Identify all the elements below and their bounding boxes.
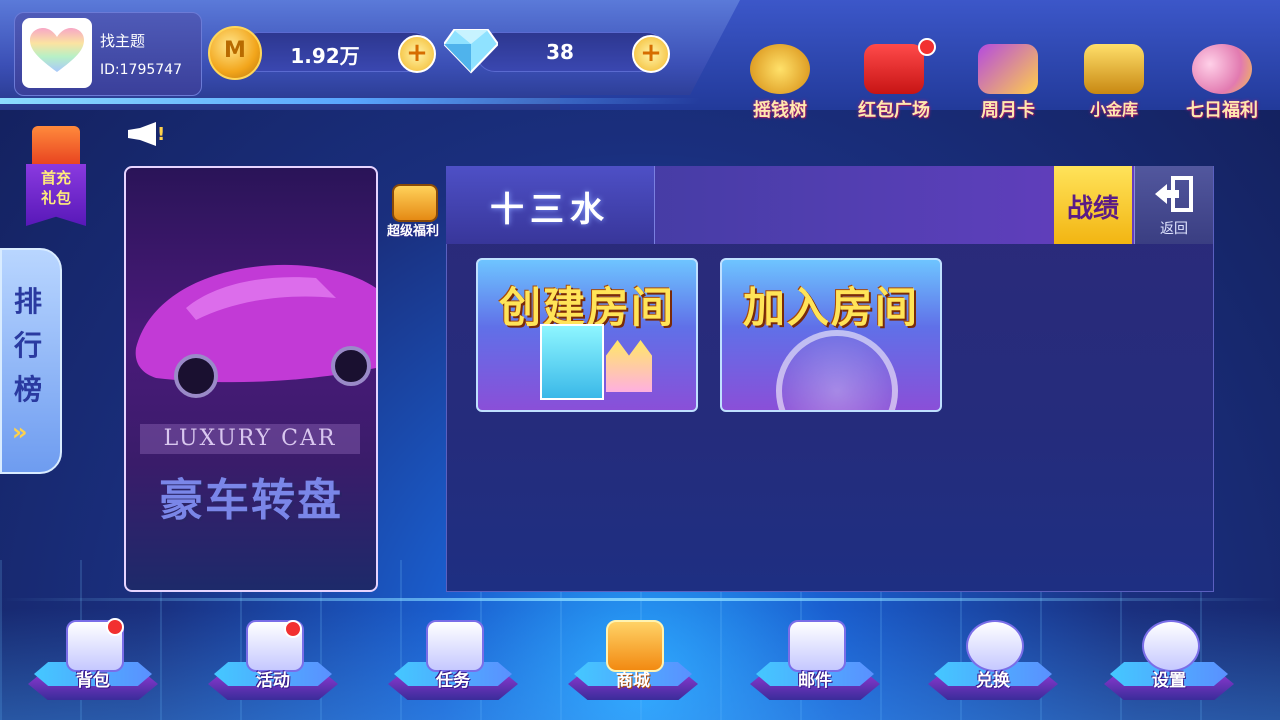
red-envelope-label: 红包广场 <box>858 100 930 121</box>
red-envelope-icon <box>864 44 924 94</box>
join-room-button[interactable]: 加入房间 <box>720 258 942 412</box>
gift-box-icon <box>32 126 80 170</box>
first-charge-gift-button[interactable]: 首充 礼包 <box>26 108 86 226</box>
chevron-right-icon: » <box>12 418 28 446</box>
nav-task[interactable]: 任务 <box>388 616 518 716</box>
luxury-car-en-title: LUXURY CAR <box>140 424 360 454</box>
top-bar-glow-edge <box>0 98 700 104</box>
nav-label-task: 任务 <box>436 671 470 691</box>
first-charge-line2: 礼包 <box>40 189 71 207</box>
cards-swirl-icon <box>776 330 898 410</box>
nickname: 找主题 <box>100 32 146 50</box>
seven-day-bonus-label: 七日福利 <box>1186 100 1258 121</box>
task-icon <box>426 620 484 672</box>
nav-mail[interactable]: 邮件 <box>750 616 880 716</box>
luxury-car-banner[interactable]: LUXURY CAR 豪车转盘 <box>124 166 378 592</box>
nav-label-settings: 设置 <box>1152 671 1186 691</box>
month-card-button[interactable]: 周月卡 <box>958 10 1058 121</box>
balloons-icon <box>1192 44 1252 94</box>
ranking-label: 排行榜 <box>13 285 42 406</box>
back-button[interactable]: 返回 <box>1134 166 1213 244</box>
add-gold-button[interactable]: + <box>398 35 436 73</box>
red-envelope-button[interactable]: 红包广场 <box>844 10 944 121</box>
treasure-chest-icon <box>392 184 438 222</box>
first-charge-label: 首充 礼包 <box>26 168 86 208</box>
notification-dot <box>284 620 302 638</box>
user-id: ID:1795747 <box>100 62 182 78</box>
nav-exchange[interactable]: 兑换 <box>928 616 1058 716</box>
gear-icon <box>1142 620 1200 672</box>
nav-label-exchange: 兑换 <box>976 671 1010 691</box>
create-room-button[interactable]: 创建房间 <box>476 258 698 412</box>
mail-icon <box>788 620 846 672</box>
join-room-label: 加入房间 <box>742 283 919 332</box>
floor-glow-line <box>0 598 1280 601</box>
nav-label-shop: 商城 <box>616 671 650 691</box>
nav-label-mail: 邮件 <box>798 671 832 691</box>
money-tree-button[interactable]: 摇钱树 <box>730 10 830 121</box>
back-label: 返回 <box>1160 221 1188 237</box>
money-tree-icon <box>750 44 810 94</box>
luxury-car-cn-title: 豪车转盘 <box>159 475 343 526</box>
svg-text:!: ! <box>157 124 165 145</box>
gold-amount: 1.92万 <box>290 44 360 68</box>
notification-dot <box>106 618 124 636</box>
month-card-label: 周月卡 <box>981 100 1035 121</box>
notification-dot <box>918 38 936 56</box>
sports-car-icon <box>135 264 376 398</box>
nav-shop[interactable]: 商城 <box>568 616 698 716</box>
exchange-icon <box>966 620 1024 672</box>
game-title: 十三水 <box>490 190 610 230</box>
super-bonus-label: 超级福利 <box>386 224 439 239</box>
first-charge-line1: 首充 <box>40 169 71 187</box>
crown-icon <box>606 340 652 392</box>
back-arrow-icon <box>1155 176 1193 212</box>
nav-backpack[interactable]: 背包 <box>28 616 158 716</box>
nav-activity[interactable]: 活动 <box>208 616 338 716</box>
super-bonus-button[interactable]: 超级福利 <box>380 182 446 240</box>
seven-day-bonus-button[interactable]: 七日福利 <box>1172 10 1272 121</box>
nav-label-backpack: 背包 <box>76 671 110 691</box>
gold-coin-icon: M <box>208 26 262 80</box>
diamond-icon <box>444 29 498 74</box>
nav-settings[interactable]: 设置 <box>1104 616 1234 716</box>
nav-label-activity: 活动 <box>256 671 290 691</box>
vault-label: 小金库 <box>1089 100 1138 119</box>
gift-box-icon <box>540 324 604 400</box>
megaphone-icon: ! <box>128 122 165 146</box>
ranking-tab[interactable]: 排行榜 » <box>0 248 62 474</box>
diamond-amount: 38 <box>546 40 574 64</box>
heart-avatar-icon <box>30 28 84 72</box>
record-button[interactable]: 战绩 <box>1054 166 1132 244</box>
month-card-icon <box>978 44 1038 94</box>
vault-button[interactable]: 小金库 <box>1064 10 1164 119</box>
vault-icon <box>1084 44 1144 94</box>
add-diamond-button[interactable]: + <box>632 35 670 73</box>
announcement-marquee <box>175 124 715 146</box>
record-label: 战绩 <box>1066 194 1119 224</box>
shop-cart-icon <box>606 620 664 672</box>
money-tree-label: 摇钱树 <box>753 100 807 121</box>
